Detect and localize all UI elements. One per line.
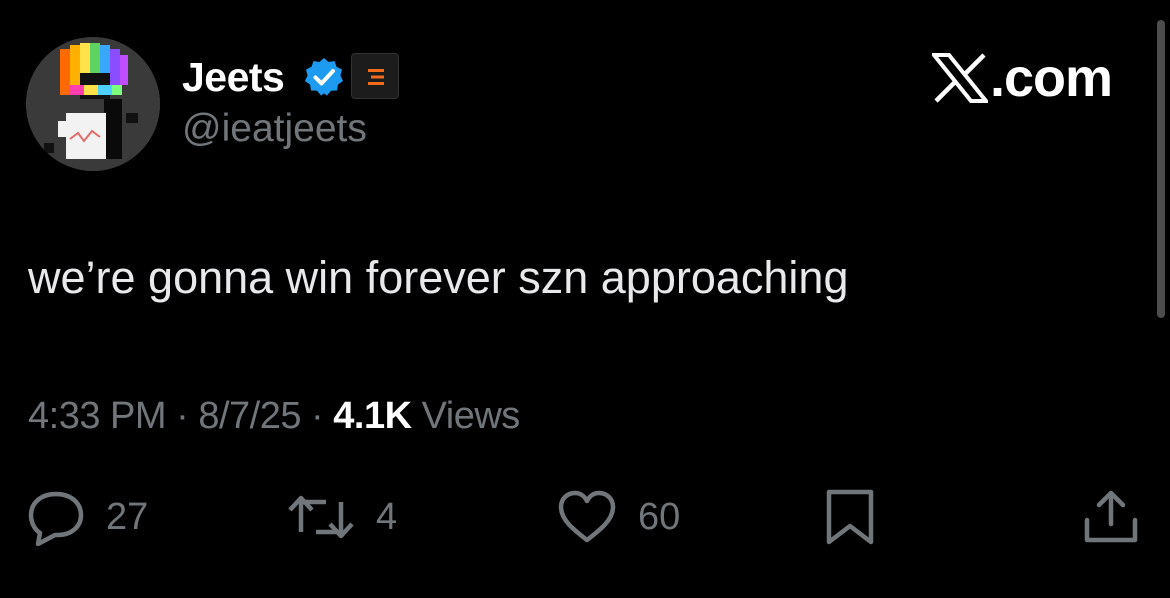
share-button[interactable] <box>1082 488 1140 546</box>
verified-badge-icon <box>303 56 345 98</box>
avatar[interactable] <box>26 37 160 171</box>
retweet-button[interactable]: 4 <box>286 488 397 546</box>
bookmark-button[interactable] <box>822 488 878 546</box>
site-logo: .com <box>931 48 1113 108</box>
reply-icon <box>28 491 84 546</box>
pixel-character-avatar-icon <box>26 37 160 171</box>
views-count: 4.1K <box>333 395 412 437</box>
retweet-icon <box>288 495 354 539</box>
like-button[interactable]: 60 <box>556 488 680 546</box>
bookmark-icon <box>826 489 874 545</box>
site-logo-text: .com <box>989 48 1113 108</box>
heart-icon <box>558 490 616 543</box>
views-label: Views <box>421 395 521 437</box>
reply-button[interactable]: 27 <box>26 488 148 546</box>
retweet-count: 4 <box>376 496 398 538</box>
affiliate-badge-icon[interactable] <box>351 53 399 99</box>
meta-separator: · <box>311 395 324 437</box>
tweet-time[interactable]: 4:33 PM <box>28 395 167 437</box>
tweet-meta: 4:33 PM · 8/7/25 · 4.1K Views <box>28 392 520 440</box>
display-name[interactable]: Jeets <box>182 52 285 102</box>
tweet-date[interactable]: 8/7/25 <box>198 395 301 437</box>
share-icon <box>1084 490 1138 543</box>
scrollbar[interactable] <box>1157 20 1165 318</box>
meta-separator: · <box>176 395 189 437</box>
author-handle[interactable]: @ieatjeets <box>182 104 367 154</box>
x-logo-icon <box>931 53 988 103</box>
reply-count: 27 <box>106 496 149 538</box>
like-count: 60 <box>638 496 681 538</box>
tweet-text: we’re gonna win forever szn approaching <box>28 252 849 303</box>
